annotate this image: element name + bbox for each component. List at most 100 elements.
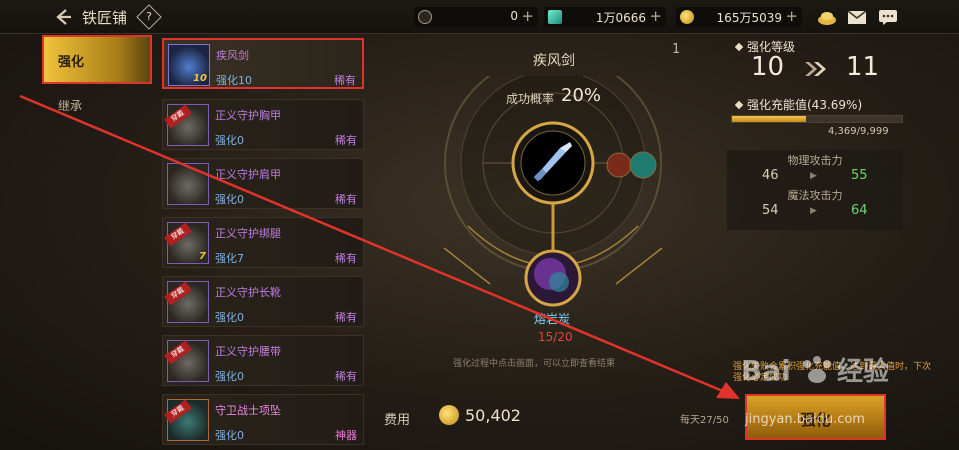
chest-armor-icon: 穿戴 (164, 104, 209, 146)
rarity-label: 稀有 (335, 134, 357, 147)
gem-icon (548, 10, 562, 24)
fee-label: 费用 (384, 413, 411, 428)
success-rate-value: 20% (561, 85, 602, 106)
stat-chevron-icon: ▶ (810, 206, 817, 216)
enhance-state: 强化7 (215, 252, 244, 265)
worn-tag: 穿戴 (164, 104, 192, 129)
gold-coin-icon (680, 10, 694, 24)
currency-gem: 1万0666 + (544, 7, 666, 27)
currency-value: 1万0666 (595, 11, 646, 25)
rarity-label: 稀有 (335, 193, 357, 206)
rarity-label: 稀有 (335, 252, 357, 265)
tab-inherit[interactable]: 继承 (58, 97, 82, 114)
enhance-state: 强化0 (215, 193, 244, 206)
double-chevron-icon (805, 62, 826, 76)
enhance-state: 强化0 (215, 370, 244, 383)
material-count: 15/20 (538, 330, 573, 344)
equipment-name: 正义守护腰带 (215, 345, 281, 358)
sword-icon: 10 (168, 44, 210, 86)
equipment-item[interactable]: 穿戴 正义守护长靴 强化0 稀有 (162, 276, 364, 327)
treasure-icon[interactable] (816, 8, 838, 26)
add-currency-button[interactable]: + (649, 7, 662, 25)
add-currency-button[interactable]: + (785, 7, 798, 25)
equipment-name: 正义守护绑腿 (215, 227, 281, 240)
charge-progress-bar (731, 115, 903, 123)
level-to: 11 (846, 52, 880, 82)
level-from: 10 (751, 52, 785, 82)
equipment-item[interactable]: 10 疾风剑 强化10 稀有 (162, 38, 364, 89)
baidu-paw-logo: Bai 经验 (741, 354, 889, 387)
c-coin-icon (418, 10, 432, 24)
diamond-icon (734, 42, 744, 52)
equipment-item[interactable]: 正义守护肩甲 强化0 稀有 (162, 158, 364, 209)
page-mark: 1 (672, 42, 681, 57)
equipment-name: 正义守护长靴 (215, 286, 281, 299)
daily-limit: 每天27/50 (680, 415, 729, 426)
charge-progress-fill (732, 116, 807, 122)
enhance-state: 强化0 (215, 311, 244, 324)
stat-from: 46 (762, 168, 779, 183)
back-arrow-icon[interactable] (52, 6, 74, 28)
equipment-item[interactable]: 穿戴 守卫战士项坠 强化0 神器 (162, 394, 364, 445)
svg-text:经验: 经验 (837, 356, 889, 387)
help-button[interactable]: ? (136, 4, 162, 30)
svg-text:Bai: Bai (741, 354, 791, 387)
shoulder-armor-icon (167, 163, 209, 205)
rarity-label: 稀有 (335, 311, 357, 324)
page-title: 铁匠铺 (82, 9, 128, 27)
sword-icon (530, 138, 576, 188)
equipment-name: 守卫战士项坠 (215, 404, 281, 417)
currency-c-coin: 0 + (414, 7, 538, 27)
amulet-icon: 穿戴 (164, 399, 209, 441)
leg-armor-icon: 穿戴 7 (164, 222, 209, 264)
equipment-item[interactable]: 穿戴 7 正义守护绑腿 强化7 稀有 (162, 217, 364, 268)
equipment-name: 疾风剑 (216, 49, 249, 62)
stat-name: 物理攻击力 (787, 154, 843, 167)
equipment-item[interactable]: 穿戴 正义守护胸甲 强化0 稀有 (162, 99, 364, 150)
level-badge: 7 (199, 251, 206, 262)
worn-tag: 穿戴 (164, 399, 192, 424)
worn-tag: 穿戴 (164, 222, 192, 247)
gold-coin-icon (439, 405, 459, 425)
watermark-logo: Bai 经验 (741, 350, 931, 397)
mail-icon[interactable] (846, 8, 868, 26)
item-name: 疾风剑 (533, 53, 575, 69)
hint-text: 强化过程中点击画面，可以立即查看结果 (453, 359, 616, 369)
level-badge: 10 (193, 73, 207, 84)
enhance-state: 强化0 (215, 429, 244, 442)
diamond-icon (734, 100, 744, 110)
top-bar: 铁匠铺 ? 0 + 1万0666 + 165万5039 + (0, 0, 959, 34)
success-rate-label: 成功概率 (506, 92, 555, 106)
enhance-state: 强化10 (216, 74, 252, 87)
watermark-site: jingyan.baidu.com (745, 412, 865, 427)
stat-chevron-icon: ▶ (810, 171, 817, 181)
stat-from: 54 (762, 203, 779, 218)
boots-icon: 穿戴 (164, 281, 209, 323)
fee-value: 50,402 (465, 406, 521, 425)
rarity-label: 稀有 (334, 74, 356, 87)
worn-tag: 穿戴 (164, 281, 192, 306)
tab-enhance[interactable]: 强化 (42, 35, 152, 84)
currency-value: 0 (510, 9, 518, 23)
add-currency-button[interactable]: + (521, 7, 534, 25)
charge-label: 强化充能值(43.69%) (734, 96, 862, 113)
currency-value: 165万5039 (716, 11, 782, 25)
material-name: 熔岩炭 (534, 312, 571, 326)
stat-to: 64 (851, 203, 868, 218)
stat-to: 55 (851, 168, 868, 183)
enhance-state: 强化0 (215, 134, 244, 147)
chat-icon[interactable] (877, 8, 899, 26)
rarity-label: 神器 (335, 429, 357, 442)
equipment-item[interactable]: 穿戴 正义守护腰带 强化0 稀有 (162, 335, 364, 386)
rarity-label: 稀有 (335, 370, 357, 383)
help-icon: ? (146, 10, 152, 23)
stat-name: 魔法攻击力 (787, 189, 843, 202)
belt-icon: 穿戴 (164, 340, 209, 382)
worn-tag: 穿戴 (164, 340, 192, 365)
charge-value: 4,369/9,999 (828, 126, 889, 137)
equipment-name: 正义守护胸甲 (215, 109, 281, 122)
tab-label: 强化 (58, 55, 85, 70)
currency-gold: 165万5039 + (676, 7, 802, 27)
item-title-bar: 疾风剑 (372, 42, 736, 76)
equipment-name: 正义守护肩甲 (215, 168, 281, 181)
